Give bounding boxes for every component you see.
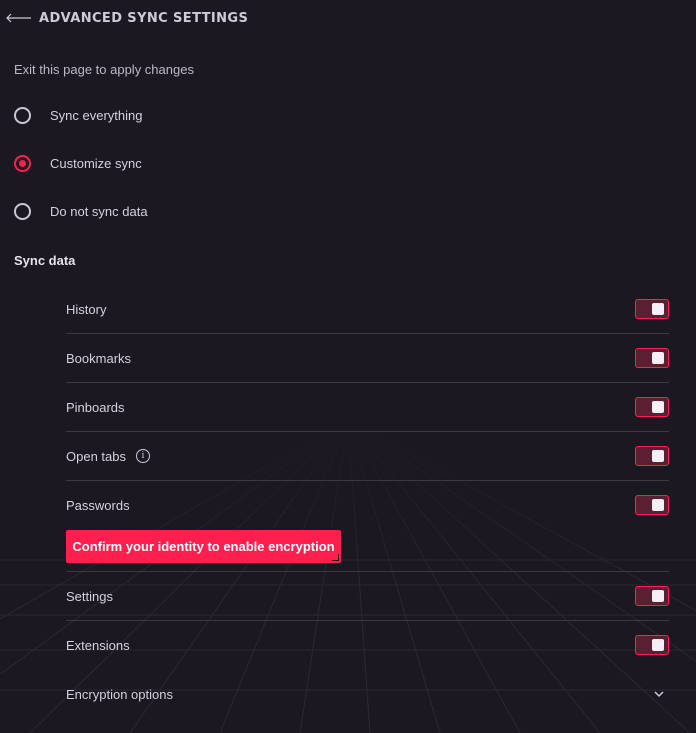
sync-item-label: Extensions [66,637,130,653]
settings-toggle[interactable] [635,586,669,606]
toggle-knob [652,450,664,462]
open-tabs-toggle[interactable] [635,446,669,466]
extensions-toggle[interactable] [635,635,669,655]
sync-item-label: Open tabs [66,448,126,464]
passwords-row: Passwords [66,481,669,529]
radio-label: Sync everything [50,107,143,123]
confirm-identity-label: Confirm your identity to enable encrypti… [72,539,335,554]
sync-row-passwords: Passwords Confirm your identity to enabl… [66,481,669,572]
sync-row-extensions: Extensions [66,621,669,669]
encryption-options-label: Encryption options [66,686,173,702]
encryption-options-expander[interactable]: Encryption options [66,682,669,706]
sync-item-label: Pinboards [66,399,125,415]
radio-button[interactable] [14,202,31,220]
sync-item-label: Passwords [66,497,130,513]
radio-label: Do not sync data [50,203,148,219]
history-toggle[interactable] [635,299,669,319]
info-icon[interactable]: i [136,449,150,463]
radio-label: Customize sync [50,155,142,171]
radio-sync-everything[interactable]: Sync everything [14,105,143,125]
page-title: ADVANCED SYNC SETTINGS [39,10,249,26]
toggle-knob [652,499,664,511]
sync-row-bookmarks: Bookmarks [66,334,669,383]
toggle-knob [652,590,664,602]
sync-data-heading: Sync data [14,253,76,268]
radio-button[interactable] [14,106,31,124]
sync-item-label-wrap: Open tabs i [66,449,150,464]
toggle-knob [652,639,664,651]
sync-row-open-tabs: Open tabs i [66,432,669,481]
bookmarks-toggle[interactable] [635,348,669,368]
toggle-knob [652,401,664,413]
sync-item-label: Bookmarks [66,350,132,366]
pinboards-toggle[interactable] [635,397,669,417]
confirm-identity-button[interactable]: Confirm your identity to enable encrypti… [66,530,341,563]
back-arrow-icon[interactable] [6,8,34,28]
sync-data-list: History Bookmarks Pinboards Open tabs i … [66,285,669,669]
button-corner-decoration [332,554,339,561]
chevron-down-icon[interactable] [653,690,665,698]
sync-row-history: History [66,285,669,334]
sync-row-pinboards: Pinboards [66,383,669,432]
toggle-knob [652,303,664,315]
radio-customize-sync[interactable]: Customize sync [14,153,142,173]
sync-item-label: Settings [66,588,113,604]
advanced-sync-settings-page: ADVANCED SYNC SETTINGS Exit this page to… [0,0,696,733]
radio-do-not-sync[interactable]: Do not sync data [14,201,148,221]
passwords-toggle[interactable] [635,495,669,515]
toggle-knob [652,352,664,364]
sync-row-settings: Settings [66,572,669,621]
radio-button-selected[interactable] [14,154,31,172]
page-header: ADVANCED SYNC SETTINGS [6,8,248,28]
apply-changes-hint: Exit this page to apply changes [14,62,194,77]
sync-item-label: History [66,301,107,317]
